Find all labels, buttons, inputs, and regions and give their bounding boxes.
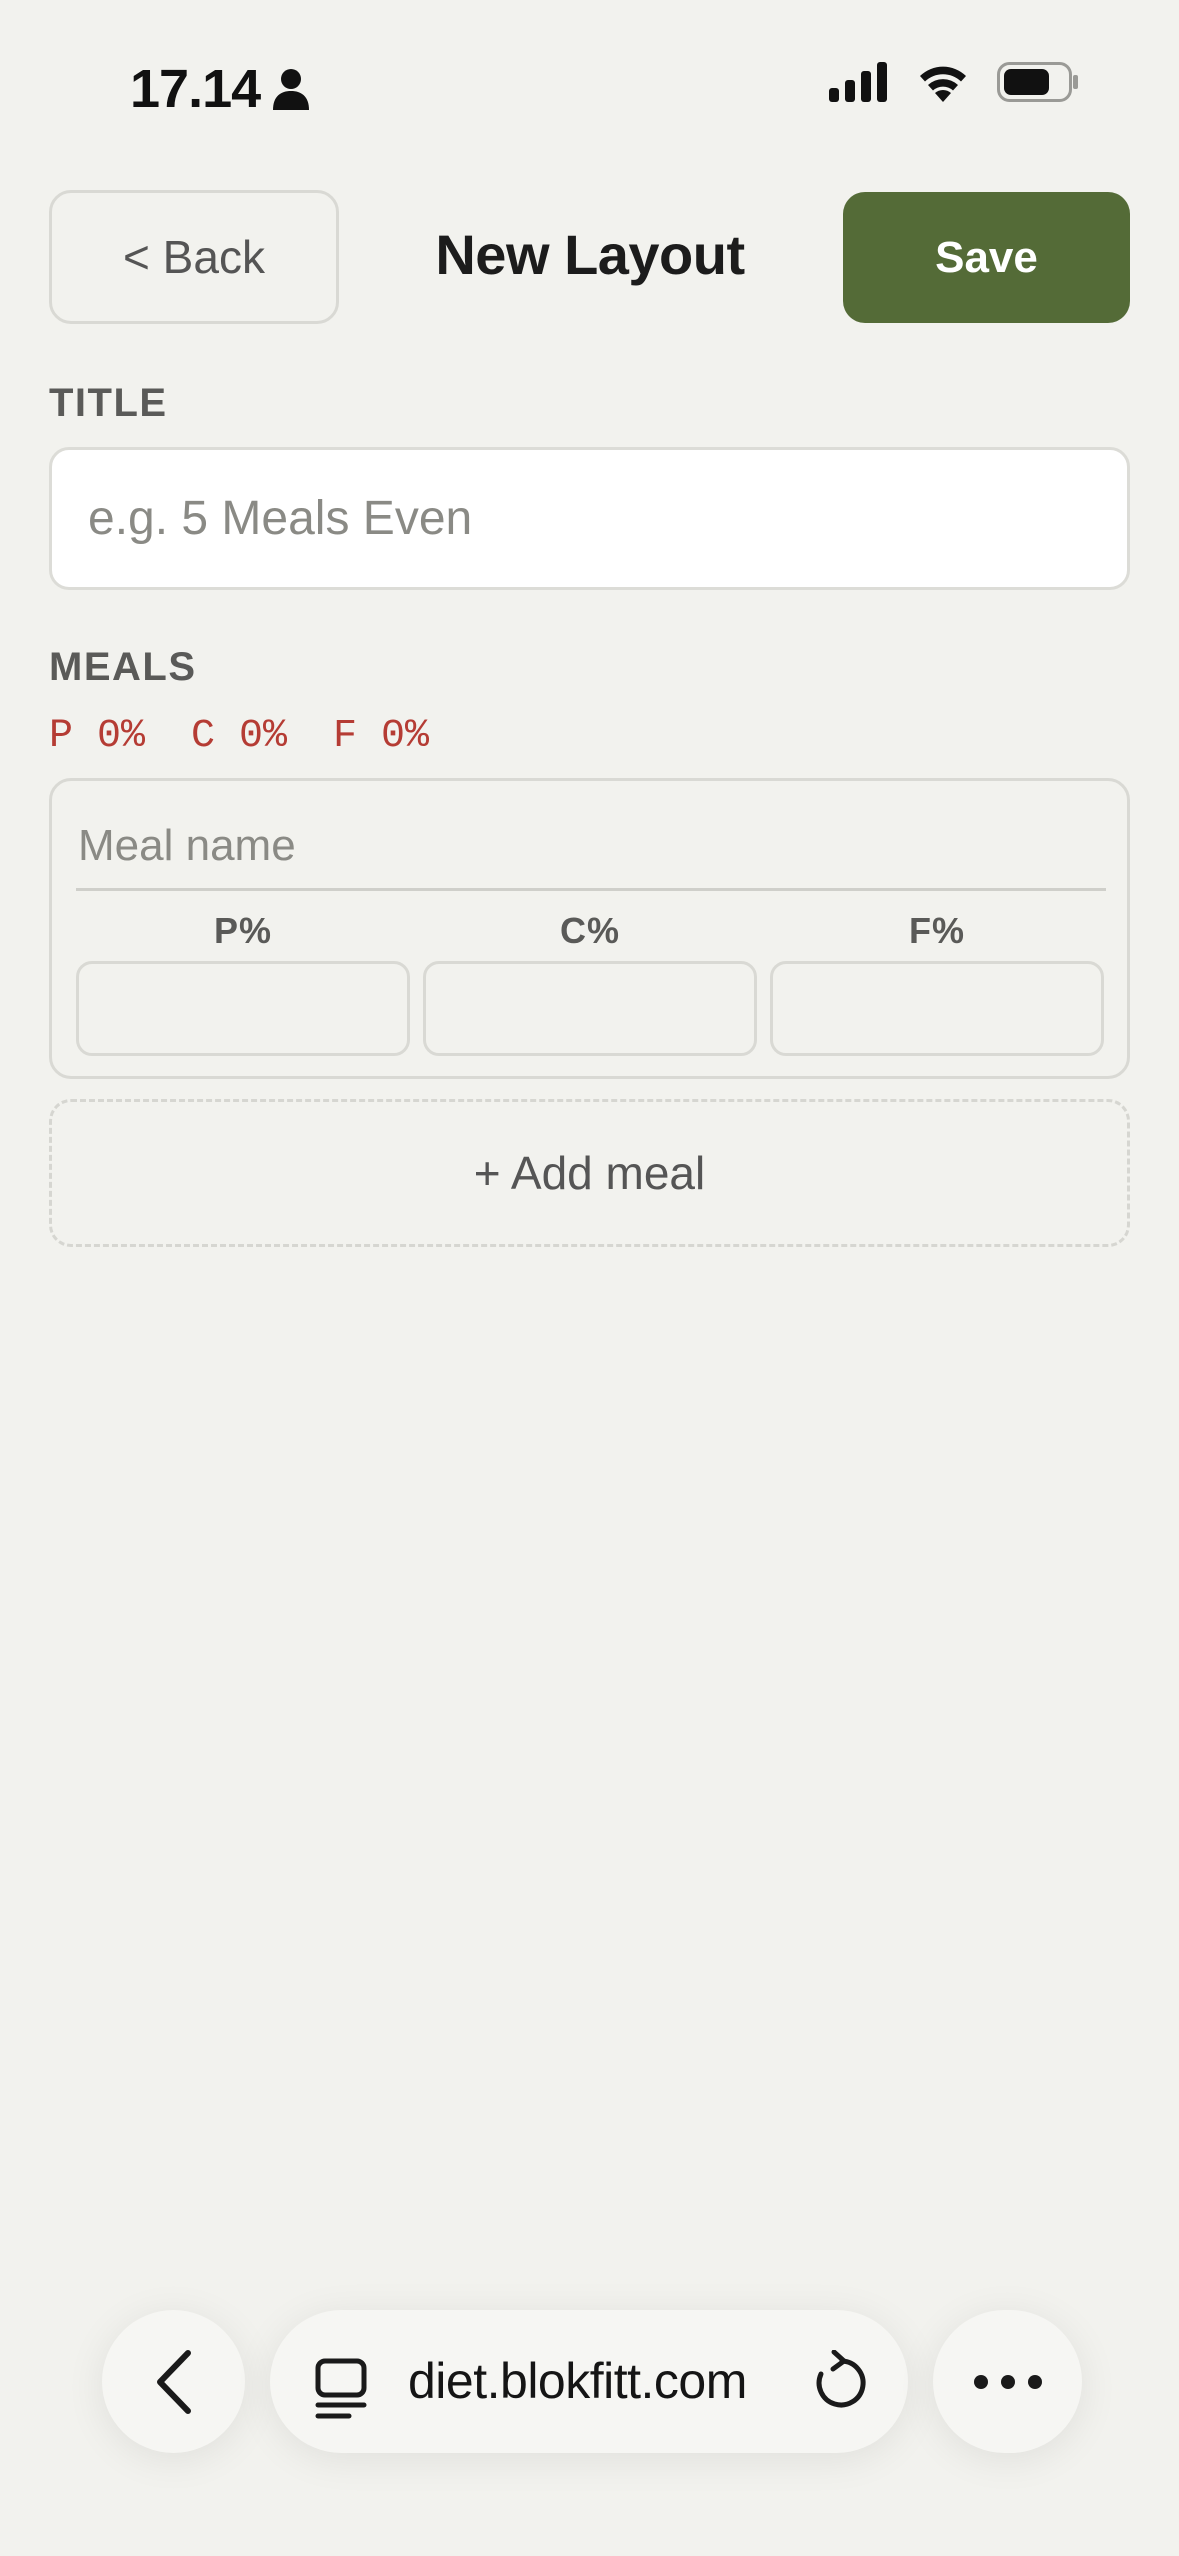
status-bar: 17.14 bbox=[0, 0, 1179, 160]
back-button[interactable]: < Back bbox=[49, 190, 339, 324]
fat-percent-label: F% bbox=[909, 910, 965, 951]
browser-back-button[interactable] bbox=[102, 2310, 245, 2453]
page-title: New Layout bbox=[435, 223, 745, 286]
tabs-icon bbox=[315, 2358, 367, 2419]
macro-summary: P 0% C 0% F 0% bbox=[49, 714, 429, 759]
status-icons bbox=[829, 62, 1079, 102]
carbs-column: C% bbox=[423, 909, 757, 1056]
status-time: 17.14 bbox=[130, 58, 310, 120]
protein-percent-label: P% bbox=[213, 910, 273, 951]
meals-section-label: MEALS bbox=[49, 645, 197, 689]
add-meal-button[interactable]: + Add meal bbox=[49, 1099, 1130, 1247]
layout-title-input[interactable] bbox=[49, 447, 1130, 590]
meal-name-input[interactable] bbox=[76, 803, 1106, 891]
macro-summary-protein: P 0% bbox=[49, 714, 146, 759]
macro-summary-fat: F 0% bbox=[333, 714, 430, 759]
chevron-left-icon bbox=[156, 2349, 191, 2414]
fat-percent-input[interactable] bbox=[770, 961, 1104, 1056]
fat-column: F% bbox=[770, 909, 1104, 1056]
address-bar[interactable]: diet.blokfitt.com bbox=[270, 2310, 908, 2453]
status-time-text: 17.14 bbox=[130, 59, 261, 119]
save-button[interactable]: Save bbox=[843, 192, 1130, 323]
meal-card: P% C% F% bbox=[49, 778, 1130, 1079]
title-section-label: TITLE bbox=[49, 381, 168, 425]
carbs-percent-input[interactable] bbox=[423, 961, 757, 1056]
protein-column: P% bbox=[76, 909, 410, 1056]
person-icon bbox=[273, 69, 310, 110]
back-button-label: < Back bbox=[123, 231, 265, 283]
url-text: diet.blokfitt.com bbox=[408, 2353, 747, 2409]
more-button[interactable] bbox=[933, 2310, 1082, 2453]
protein-percent-input[interactable] bbox=[76, 961, 410, 1056]
more-icon bbox=[973, 2374, 1042, 2389]
battery-icon bbox=[997, 62, 1078, 102]
add-meal-label: + Add meal bbox=[473, 1147, 706, 1199]
signal-icon bbox=[829, 62, 887, 102]
reload-icon[interactable] bbox=[812, 2350, 868, 2412]
carbs-percent-label: C% bbox=[559, 910, 620, 951]
wifi-icon bbox=[920, 66, 966, 102]
macro-summary-carbs: C 0% bbox=[191, 714, 288, 759]
save-button-label: Save bbox=[935, 232, 1038, 282]
